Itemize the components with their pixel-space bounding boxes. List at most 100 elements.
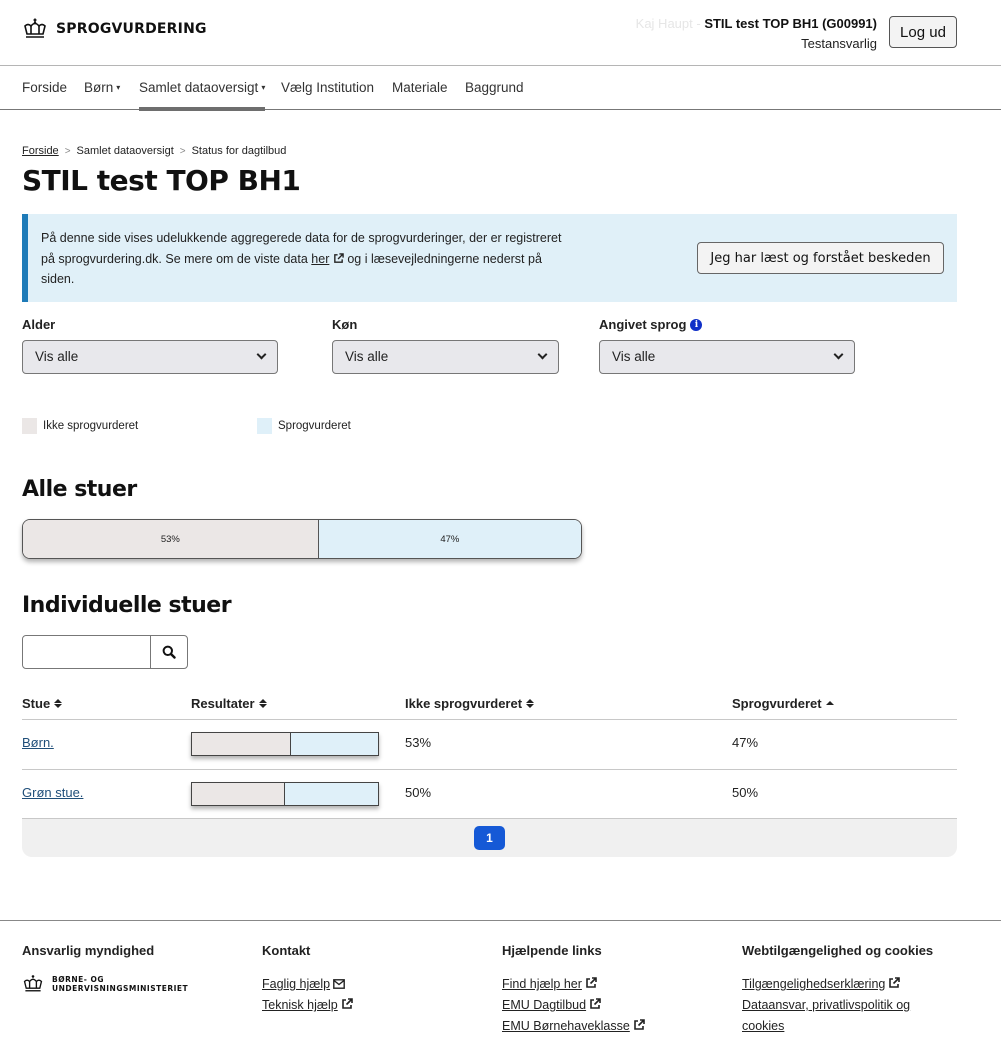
page-button-1[interactable]: 1 <box>474 826 505 850</box>
header-label: Sprogvurderet <box>732 696 822 711</box>
footer-link-faglig-hjaelp[interactable]: Faglig hjælp <box>262 974 353 995</box>
footer-link-emu-dagtilbud[interactable]: EMU Dagtilbud <box>502 995 645 1016</box>
site-footer: Ansvarlig myndighed BØRNE- OG UNDERVISNI… <box>0 920 1001 1045</box>
footer-link-find-hjaelp[interactable]: Find hjælp her <box>502 974 645 995</box>
filter-label-kon: Køn <box>332 317 357 332</box>
room-search <box>22 635 188 669</box>
bar-segment-assessed <box>285 783 378 805</box>
bar-segment-assessed <box>290 733 378 755</box>
external-link-icon <box>341 998 353 1009</box>
link-label: EMU Dagtilbud <box>502 998 587 1012</box>
column-header-resultater[interactable]: Resultater <box>191 696 267 711</box>
search-button[interactable] <box>150 636 187 668</box>
label-text: Alder <box>22 317 56 332</box>
column-header-sprogvurderet[interactable]: Sprogvurderet <box>732 696 834 711</box>
mail-icon <box>333 979 345 989</box>
logo-text: SPROGVURDERING <box>56 21 207 37</box>
not-assessed-value: 50% <box>405 785 432 800</box>
footer-link-tilgaengelighedserklaering[interactable]: Tilgængelighedserklæring <box>742 974 942 995</box>
breadcrumb-link-forside[interactable]: Forside <box>22 145 59 157</box>
column-header-ikke-sprogvurderet[interactable]: Ikke sprogvurderet <box>405 696 535 711</box>
info-icon[interactable]: i <box>690 318 703 331</box>
main-nav: Forside Børn ▾ Samlet dataoversigt ▾ Vælg … <box>0 66 1001 111</box>
external-link-icon <box>586 977 597 988</box>
angivet-sprog-select[interactable]: Vis alle <box>599 340 855 374</box>
table-divider <box>22 769 957 770</box>
footer-column-authority: Ansvarlig myndighed BØRNE- OG UNDERVISNI… <box>22 943 188 994</box>
info-text: På denne side vises udelukkende aggreger… <box>41 228 571 290</box>
bar-segment-assessed: 47% <box>318 520 581 558</box>
nav-item-vaelg-institution[interactable]: Vælg Institution <box>281 66 374 110</box>
site-header: SPROGVURDERING Kaj Haupt - STIL test TOP… <box>0 0 1001 66</box>
nav-item-baggrund[interactable]: Baggrund <box>465 66 524 110</box>
bar-segment-not-assessed <box>192 733 291 755</box>
nav-item-samlet-dataoversigt[interactable]: Samlet dataoversigt ▾ <box>139 66 266 111</box>
chevron-down-icon: ▾ <box>116 83 121 92</box>
footer-heading: Ansvarlig myndighed <box>22 943 155 958</box>
link-label: Faglig hjælp <box>262 977 331 991</box>
external-link-icon <box>634 1019 645 1030</box>
footer-column-accessibility: Webtilgængelighed og cookies Tilgængelig… <box>742 943 942 1037</box>
breadcrumb-item: Samlet dataoversigt <box>76 145 174 157</box>
external-link-icon <box>889 977 901 988</box>
footer-heading: Kontakt <box>262 943 311 958</box>
assessed-value: 50% <box>732 785 759 800</box>
user-role: Testansvarlig <box>801 36 877 51</box>
alder-select[interactable]: Vis alle <box>22 340 278 374</box>
kon-select[interactable]: Vis alle <box>332 340 559 374</box>
legend-item-assessed: Sprogvurderet <box>257 418 351 434</box>
room-link-born[interactable]: Børn. <box>22 735 54 750</box>
chevron-down-icon <box>833 349 844 360</box>
select-value: Vis alle <box>35 349 79 364</box>
select-value: Vis alle <box>345 349 389 364</box>
institution-name: STIL test TOP BH1 (G00991) <box>704 16 877 31</box>
label-text: Angivet sprog <box>599 317 687 332</box>
ministry-line: BØRNE- OG <box>52 975 105 984</box>
search-icon <box>162 645 176 659</box>
user-info: Kaj Haupt - STIL test TOP BH1 (G00991) T… <box>636 14 877 54</box>
sort-icon <box>258 699 267 708</box>
bar-segment-not-assessed: 53% <box>23 520 319 558</box>
footer-link-emu-bornehaveklasse[interactable]: EMU Børnehaveklasse <box>502 1016 645 1037</box>
logo[interactable]: SPROGVURDERING <box>22 18 207 40</box>
legend-label: Ikke sprogvurderet <box>43 420 139 432</box>
footer-link-teknisk-hjaelp[interactable]: Teknisk hjælp <box>262 995 353 1016</box>
column-header-stue[interactable]: Stue <box>22 696 63 711</box>
info-box: På denne side vises udelukkende aggreger… <box>22 214 957 302</box>
breadcrumb: Forside > Samlet dataoversigt > Status f… <box>22 145 286 157</box>
room-search-input[interactable] <box>23 636 150 668</box>
nav-label: Materiale <box>392 80 448 95</box>
pagination: 1 <box>22 818 957 857</box>
nav-label: Børn <box>84 80 114 95</box>
info-link-her[interactable]: her <box>311 252 329 266</box>
nav-item-forside[interactable]: Forside <box>22 66 67 110</box>
legend-label: Sprogvurderet <box>278 420 351 432</box>
room-link-gron-stue[interactable]: Grøn stue. <box>22 785 83 800</box>
logout-button[interactable]: Log ud <box>889 16 957 48</box>
nav-label: Vælg Institution <box>281 80 375 95</box>
footer-column-helpful-links: Hjælpende links Find hjælp her EMU Dagti… <box>502 943 645 1037</box>
all-rooms-title: Alle stuer <box>22 477 137 502</box>
nav-label: Baggrund <box>465 80 524 95</box>
footer-heading: Webtilgængelighed og cookies <box>742 943 934 958</box>
nav-item-materiale[interactable]: Materiale <box>392 66 448 110</box>
chevron-down-icon: ▾ <box>261 83 266 92</box>
header-label: Resultater <box>191 696 255 711</box>
chevron-right-icon: > <box>179 145 186 157</box>
bar-segment-not-assessed <box>192 783 285 805</box>
acknowledge-button[interactable]: Jeg har læst og forstået beskeden <box>697 242 944 274</box>
crown-icon <box>23 975 43 992</box>
ministry-logo[interactable]: BØRNE- OG UNDERVISNINGSMINISTERIET <box>22 974 188 994</box>
link-label: Find hjælp her <box>502 977 582 991</box>
nav-item-born[interactable]: Børn ▾ <box>84 66 120 110</box>
link-label: EMU Børnehaveklasse <box>502 1019 630 1033</box>
user-name: Kaj Haupt - <box>635 16 705 31</box>
footer-link-dataansvar[interactable]: Dataansvar, privatlivspolitik og cookies <box>742 995 942 1037</box>
legend-swatch <box>22 418 37 434</box>
chevron-right-icon: > <box>64 145 71 157</box>
all-rooms-bar: 53% 47% <box>22 519 582 559</box>
external-link-icon <box>334 252 344 263</box>
nav-label: Samlet dataoversigt <box>139 80 259 95</box>
assessed-value: 47% <box>732 735 759 750</box>
not-assessed-value: 53% <box>405 735 432 750</box>
